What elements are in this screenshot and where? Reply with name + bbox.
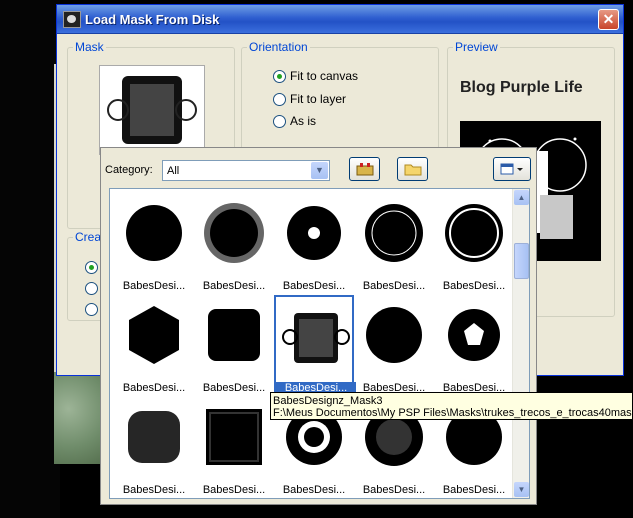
fit-to-layer-label: Fit to layer [290,92,347,106]
gallery-item-label: BabesDesi... [122,484,186,496]
gallery-item-label: BabesDesi... [282,484,346,496]
mask-thumbnail [99,65,205,155]
category-dropdown[interactable]: All ▼ [162,160,330,181]
mask-thumbnail-icon [440,301,508,369]
gallery-item[interactable]: BabesDesi... [114,193,194,294]
gallery-item-label: BabesDesi... [202,382,266,394]
fit-to-layer-radio[interactable] [273,92,286,106]
scrollbar-thumb[interactable] [514,243,529,279]
stamp-icon [356,163,373,176]
mask-thumbnail-icon [360,301,428,369]
tooltip-name: BabesDesignz_Mask3 [273,395,383,407]
mask-thumbnail-icon [440,199,508,267]
app-icon [63,11,81,28]
fit-to-canvas-option[interactable]: Fit to canvas [273,69,358,83]
preview-group-label: Preview [453,40,500,54]
gallery-item[interactable]: BabesDesi... [114,397,194,498]
gallery-item-label: BabesDesi... [442,280,506,292]
folder-icon [404,164,421,176]
create-option-3-radio[interactable] [85,303,98,316]
gallery-item-label: BabesDesi... [122,382,186,394]
mask-thumbnail-icon [360,199,428,267]
mask-gallery-popup: Category: All ▼ BabesDesi... BabesDesi...… [100,147,537,505]
gallery-item[interactable]: BabesDesi... [354,193,434,294]
mask-thumbnail-icon [200,199,268,267]
gallery-item-label: BabesDesi... [202,280,266,292]
gallery-item[interactable]: BabesDesi... [194,397,274,498]
stamp-button[interactable] [349,157,380,181]
scroll-up-button[interactable]: ▲ [514,190,529,205]
gallery-item-label: BabesDesi... [362,484,426,496]
gallery-item-label: BabesDesi... [442,484,506,496]
as-is-radio[interactable] [273,114,286,128]
mask-thumbnail-icon [120,199,188,267]
tooltip-path: F:\Meus Documentos\My PSP Files\Masks\tr… [273,407,633,419]
mask-tooltip: BabesDesignz_Mask3 F:\Meus Documentos\My… [270,392,633,420]
open-folder-button[interactable] [397,157,428,181]
title-bar[interactable]: Load Mask From Disk ✕ [57,5,623,34]
mask-preview-icon [107,76,197,144]
mask-thumbnail-icon [120,301,188,369]
category-value: All [167,165,180,177]
mask-thumbnail-icon [200,403,268,471]
as-is-label: As is [290,114,317,128]
background-image [54,372,102,464]
mask-thumbnail-icon [280,199,348,267]
as-is-option[interactable]: As is [273,114,316,128]
create-option-1-radio[interactable] [85,261,98,274]
orientation-group-label: Orientation [247,40,310,54]
mask-group-label: Mask [73,40,106,54]
gallery-item[interactable]: BabesDesi... [194,295,274,396]
gallery-item[interactable]: BabesDesi... [114,295,194,396]
mask-thumbnail-icon [200,301,268,369]
view-options-button[interactable] [493,157,531,181]
gallery-item-label: BabesDesi... [202,484,266,496]
gallery-item[interactable]: BabesDesi... [354,295,434,396]
preview-gray-block [540,195,573,239]
view-options-icon [500,163,523,175]
scroll-down-button[interactable]: ▼ [514,482,529,497]
gallery-scrollbar[interactable]: ▲ ▼ [512,189,529,498]
fit-to-layer-option[interactable]: Fit to layer [273,92,346,106]
dialog-title: Load Mask From Disk [85,12,220,27]
gallery-item[interactable]: BabesDesi... [274,295,356,396]
create-option-2-radio[interactable] [85,282,98,295]
category-label: Category: [105,164,153,176]
mask-gallery-grid: BabesDesi... BabesDesi... BabesDesi... Babe… [109,188,530,499]
gallery-item-label: BabesDesi... [122,280,186,292]
gallery-item[interactable]: BabesDesi... [434,295,514,396]
gallery-item[interactable]: BabesDesi... [434,193,514,294]
chevron-down-icon[interactable]: ▼ [311,162,328,179]
background-app [0,0,60,518]
gallery-item-label: BabesDesi... [282,280,346,292]
fit-to-canvas-label: Fit to canvas [290,69,359,83]
mask-thumbnail-icon [120,403,188,471]
create-group-label: Crea [73,230,104,244]
gallery-item-label: BabesDesi... [362,280,426,292]
gallery-item[interactable]: BabesDesi... [274,193,354,294]
fit-to-canvas-radio[interactable] [273,69,286,83]
mask-thumbnail-icon [282,303,350,371]
gallery-item[interactable]: BabesDesi... [194,193,274,294]
preview-text: Blog Purple Life [460,79,583,96]
close-button[interactable]: ✕ [598,9,619,30]
